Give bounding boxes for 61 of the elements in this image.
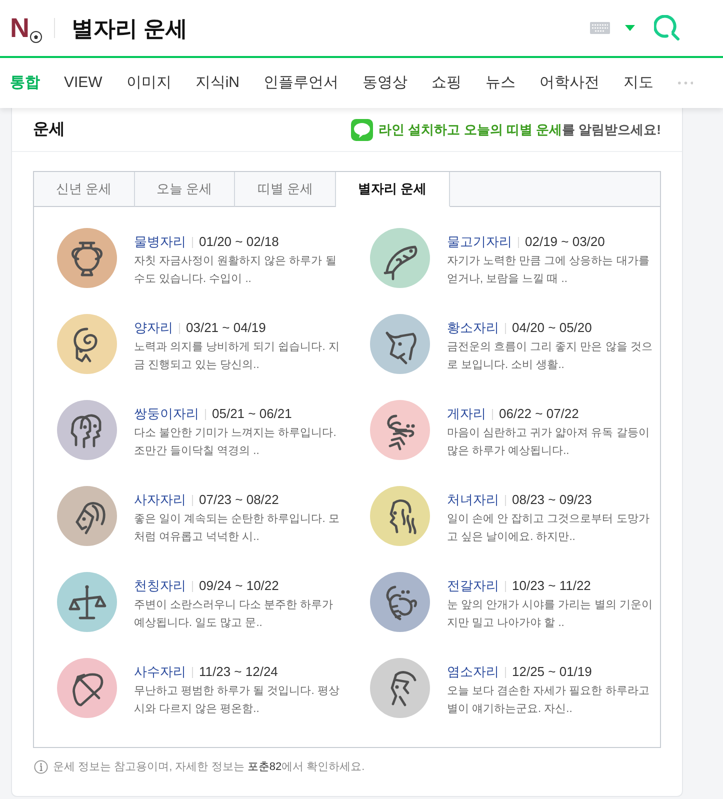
fortune-summary: 금전운의 흐름이 그리 좋지 만은 않을 것으로 보입니다. 소비 생활.. <box>447 340 653 373</box>
date-range: 06/22 ~ 07/22 <box>499 405 579 424</box>
fortune-summary: 마음이 심란하고 귀가 얇아져 유독 갈등이 많은 하루가 예상됩니다.. <box>447 426 650 459</box>
nav-tab[interactable]: 이미지 <box>126 72 172 94</box>
nav-tab[interactable]: 어학사전 <box>540 72 600 94</box>
fortune-summary: 좋은 일이 계속되는 순탄한 하루입니다. 모처럼 여유롭고 넉넉한 시.. <box>134 512 340 545</box>
sign-name-link[interactable]: 물고기자리 <box>447 232 512 252</box>
logo-letter[interactable]: N <box>10 14 30 42</box>
nav-tab[interactable]: 동영상 <box>362 72 408 94</box>
sign-name-link[interactable]: 천칭자리 <box>134 576 186 596</box>
search-icon[interactable] <box>654 15 680 41</box>
nav-tab[interactable]: 인플루언서 <box>264 72 339 94</box>
sign-name-link[interactable]: 물병자리 <box>134 232 186 252</box>
date-range: 01/20 ~ 02/18 <box>199 233 279 252</box>
date-range: 08/23 ~ 09/23 <box>512 491 592 510</box>
nav-tab[interactable]: 뉴스 <box>486 72 516 94</box>
sign-name-link[interactable]: 쌍둥이자리 <box>134 404 199 424</box>
line-app-icon[interactable] <box>350 118 373 140</box>
date-range: 04/20 ~ 05/20 <box>512 319 592 338</box>
nav-tab[interactable]: 지식iN <box>195 72 240 94</box>
fortune-summary: 주변이 소란스러우니 다소 분주한 하루가 예상됩니다. 일도 많고 문.. <box>134 598 334 631</box>
source-link[interactable]: 포춘82 <box>247 761 282 773</box>
date-range: 05/21 ~ 06/21 <box>212 405 292 424</box>
info-icon <box>34 760 48 774</box>
date-range: 03/21 ~ 04/19 <box>186 319 266 338</box>
sign-name-link[interactable]: 염소자리 <box>447 662 499 682</box>
sign-name-link[interactable]: 황소자리 <box>447 318 499 338</box>
sign-name-link[interactable]: 처녀자리 <box>447 490 499 510</box>
fortune-summary: 오늘 보다 겸손한 자세가 필요한 하루라고 별이 얘기하는군요. 자신.. <box>447 684 650 717</box>
line-promo-link[interactable]: 라인 설치하고 오늘의 띠별 운세를 알림받으세요! <box>378 120 661 140</box>
fortune-summary: 일이 손에 안 잡히고 그것으로부터 도망가고 싶은 날이에요. 하지만.. <box>447 512 650 545</box>
date-range: 07/23 ~ 08/22 <box>199 491 279 510</box>
caret-down-icon[interactable] <box>625 25 635 31</box>
fortune-summary: 눈 앞의 안개가 시야를 가리는 별의 기운이지만 밀고 나아가야 할 .. <box>447 598 653 631</box>
fortune-tab[interactable]: 오늘 운세 <box>134 172 236 207</box>
fortune-summary: 자기가 노력한 만큼 그에 상응하는 대가를 얻거나, 보람을 느낄 때 .. <box>447 254 650 287</box>
fortune-tab[interactable]: 별자리 운세 <box>336 172 450 207</box>
sign-name-link[interactable]: 전갈자리 <box>447 576 499 596</box>
sign-name-link[interactable]: 사수자리 <box>134 662 186 682</box>
date-range: 02/19 ~ 03/20 <box>525 233 605 252</box>
page-title: 별자리 운세 <box>72 14 188 42</box>
date-range: 10/23 ~ 11/22 <box>512 577 591 596</box>
sign-name-link[interactable]: 사자자리 <box>134 490 186 510</box>
keyboard-icon[interactable] <box>590 22 610 34</box>
date-range: 11/23 ~ 12/24 <box>199 663 278 682</box>
footer-note: 운세 정보는 참고용이며, 자세한 정보는 포춘82에서 확인하세요. <box>53 760 365 775</box>
fortune-summary: 다소 불안한 기미가 느껴지는 하루입니다. 조만간 들이닥칠 역경의 .. <box>134 426 338 459</box>
soccer-ball-icon <box>30 30 42 42</box>
more-icon[interactable] <box>678 81 693 85</box>
nav-tab[interactable]: 쇼핑 <box>432 72 462 94</box>
fortune-summary: 노력과 의지를 낭비하게 되기 쉽습니다. 지금 진행되고 있는 당신의.. <box>134 340 340 373</box>
nav-tab[interactable]: 지도 <box>624 72 654 94</box>
nav-tab[interactable]: VIEW <box>64 72 102 94</box>
sign-name-link[interactable]: 게자리 <box>447 404 486 424</box>
fortune-tab[interactable]: 신년 운세 <box>34 172 135 207</box>
fortune-summary: 무난하고 평범한 하루가 될 것입니다. 평상시와 다르지 않은 평온함.. <box>134 684 340 717</box>
date-range: 09/24 ~ 10/22 <box>199 577 279 596</box>
sign-name-link[interactable]: 양자리 <box>134 318 173 338</box>
card-title: 운세 <box>33 120 65 140</box>
fortune-summary: 자칫 자금사정이 원활하지 않은 하루가 될 수도 있습니다. 수입이 .. <box>134 254 338 287</box>
date-range: 12/25 ~ 01/19 <box>512 663 592 682</box>
